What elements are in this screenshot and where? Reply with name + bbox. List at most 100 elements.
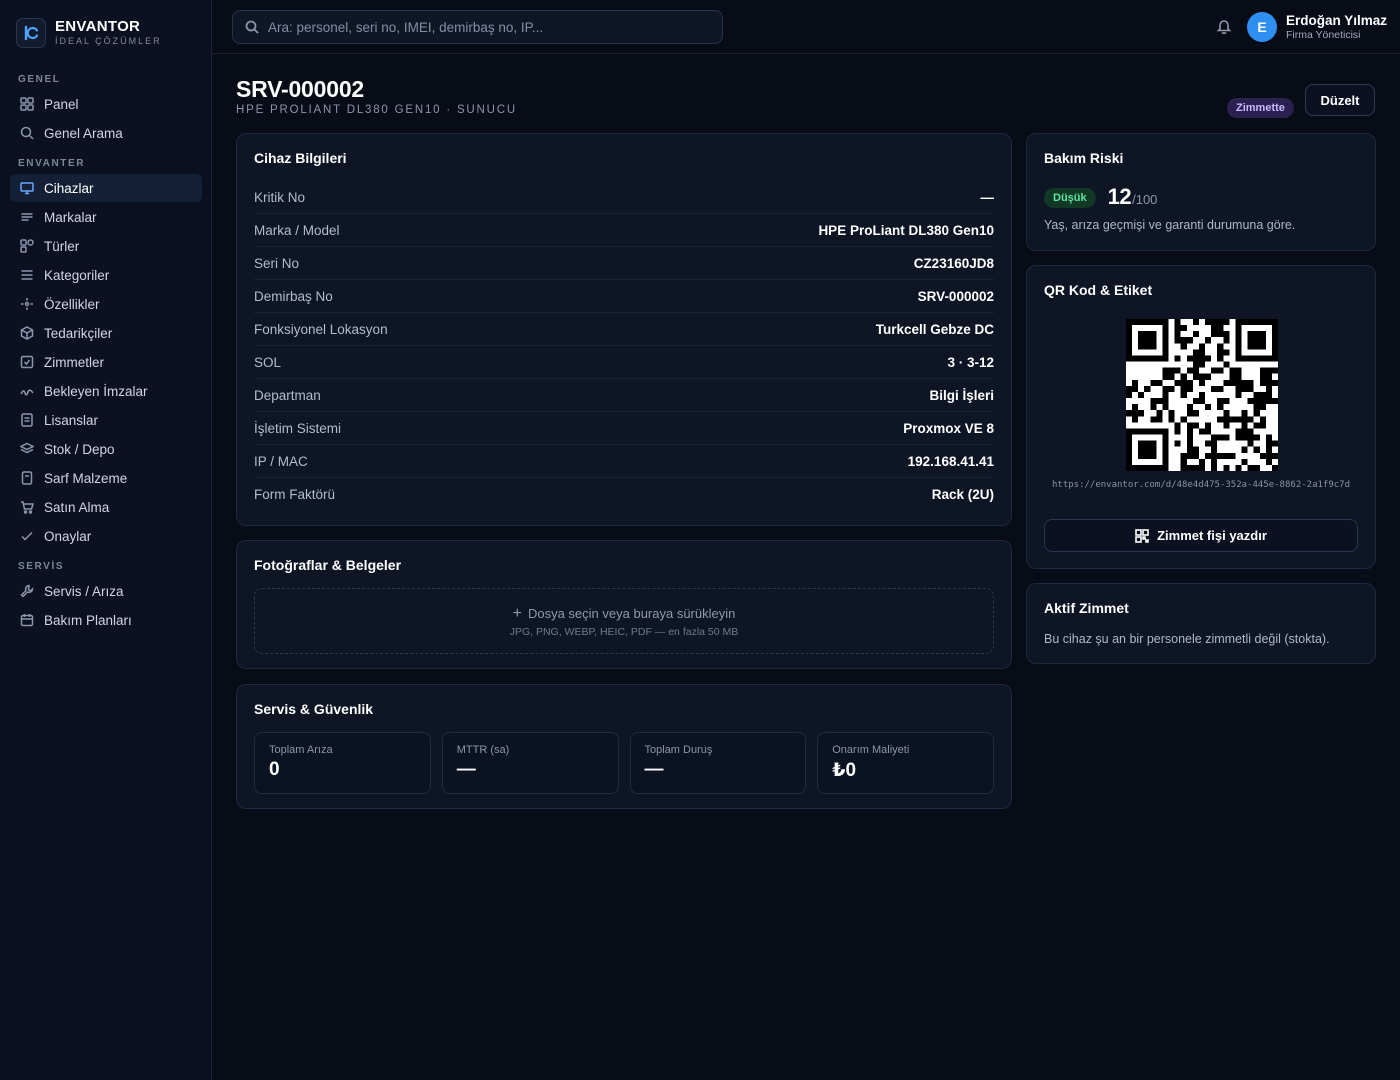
sidebar-item-kategoriler[interactable]: Kategoriler — [10, 261, 202, 289]
info-value: CZ23160JD8 — [913, 255, 994, 271]
card-title: Fotoğraflar & Belgeler — [254, 557, 402, 573]
sidebar-item-label: Satın Alma — [44, 499, 110, 515]
stat-value: — — [644, 759, 664, 780]
info-value: HPE ProLiant DL380 Gen10 — [818, 222, 994, 238]
stat-tile: Onarım Maliyeti ₺0 — [817, 732, 994, 794]
page-subtitle: HPE PROLIANT DL380 GEN10 · SUNUCU — [236, 104, 517, 116]
sidebar-section-servis: SERVİS — [18, 561, 65, 572]
qr-code-image — [1126, 319, 1278, 471]
sidebar-item-label: Özellikler — [44, 296, 100, 312]
stat-tile: MTTR (sa) — — [441, 732, 619, 794]
sidebar-item-label: Tedarikçiler — [44, 325, 113, 341]
stat-label: Toplam Arıza — [269, 744, 333, 756]
sidebar-item-ozellikler[interactable]: Özellikler — [10, 290, 202, 318]
sidebar-item-markalar[interactable]: Markalar — [10, 203, 202, 231]
page-title: SRV-000002 — [236, 76, 365, 102]
dropzone-hint: JPG, PNG, WEBP, HEIC, PDF — en fazla 50 … — [509, 625, 739, 638]
info-key: İşletim Sistemi — [254, 420, 342, 436]
sidebar-item-cihazlar[interactable]: Cihazlar — [10, 174, 202, 202]
sidebar-section-envanter: ENVANTER — [18, 158, 86, 169]
device-info-card: Cihaz Bilgileri Kritik No — Marka / Model… — [236, 133, 1012, 526]
lines-icon — [20, 210, 34, 224]
info-row: Kritik No — — [254, 181, 994, 214]
sidebar-item-bekleyen-imzalar[interactable]: Bekleyen İmzalar — [10, 377, 202, 405]
info-row: Seri No CZ23160JD8 — [254, 247, 994, 280]
dropzone-label: Dosya seçin veya buraya sürükleyin — [527, 606, 736, 621]
card-title: Bakım Riski — [1044, 150, 1124, 166]
notifications-bell-icon[interactable] — [1216, 18, 1234, 36]
sidebar-item-tedarikciler[interactable]: Tedarikçiler — [10, 319, 202, 347]
calendar-icon — [20, 613, 34, 627]
sidebar-section-genel: GENEL — [18, 74, 61, 85]
info-value: Rack (2U) — [931, 487, 994, 502]
sidebar-item-satin-alma[interactable]: Satın Alma — [10, 493, 202, 521]
print-assignment-button[interactable]: Zimmet fişi yazdır — [1044, 519, 1358, 552]
info-value: — — [980, 189, 995, 205]
sidebar-item-lisanslar[interactable]: Lisanslar — [10, 406, 202, 434]
search-input[interactable] — [268, 19, 708, 35]
info-value: Turkcell Gebze DC — [875, 321, 994, 337]
assignment-note: Bu cihaz şu an bir personele zimmetli de… — [1044, 632, 1330, 646]
info-value: 192.168.41.41 — [907, 453, 994, 469]
stat-value: — — [456, 759, 476, 780]
wrench-icon — [20, 584, 34, 598]
edit-button[interactable]: Düzelt — [1305, 84, 1375, 116]
sidebar-item-zimmetler[interactable]: Zimmetler — [10, 348, 202, 376]
sidebar-item-label: Sarf Malzeme — [44, 470, 128, 486]
sidebar-item-genel-arama[interactable]: Genel Arama — [10, 119, 202, 147]
info-value: Proxmox VE 8 — [903, 420, 994, 436]
layers-icon — [20, 442, 34, 456]
sidebar-item-label: Servis / Arıza — [44, 583, 124, 599]
active-assignment-card: Aktif Zimmet Bu cihaz şu an bir personel… — [1026, 583, 1376, 664]
info-key: IP / MAC — [254, 453, 308, 469]
sidebar-item-turler[interactable]: Türler — [10, 232, 202, 260]
topbar: E Erdoğan Yılmaz Firma Yöneticisi — [212, 0, 1400, 54]
info-key: Departman — [254, 387, 321, 403]
device-info-list: Kritik No — Marka / Model HPE ProLiant DL3… — [254, 181, 994, 511]
info-key: SOL — [254, 354, 282, 370]
info-row: Marka / Model HPE ProLiant DL380 Gen10 — [254, 214, 994, 247]
qr-card: QR Kod & Etiket https://envantor.com/d/4… — [1026, 265, 1376, 569]
check-icon — [20, 529, 34, 543]
risk-score: 12 — [1107, 184, 1132, 209]
avatar[interactable]: E — [1247, 12, 1277, 42]
info-key: Marka / Model — [254, 222, 340, 238]
card-title: QR Kod & Etiket — [1044, 282, 1153, 298]
sidebar-item-stok-depo[interactable]: Stok / Depo — [10, 435, 202, 463]
maintenance-risk-card: Bakım Riski Düşük 12 /100 Yaş, arıza geç… — [1026, 133, 1376, 251]
info-key: Form Faktörü — [254, 487, 336, 502]
sidebar-item-label: Cihazlar — [44, 180, 94, 196]
info-key: Kritik No — [254, 189, 306, 205]
service-stats: Toplam Arıza 0 MTTR (sa) — Toplam Duruş — O… — [254, 732, 994, 794]
signature-icon — [20, 384, 34, 398]
info-row: Demirbaş No SRV-000002 — [254, 280, 994, 313]
sidebar-item-sarf-malzeme[interactable]: Sarf Malzeme — [10, 464, 202, 492]
sidebar-item-label: Stok / Depo — [44, 441, 115, 457]
risk-score-max: /100 — [1132, 192, 1158, 207]
sidebar-item-servis-ariza[interactable]: Servis / Arıza — [10, 577, 202, 605]
sidebar-item-bakim-planlari[interactable]: Bakım Planları — [10, 606, 202, 634]
card-title: Cihaz Bilgileri — [254, 150, 347, 166]
photos-card: Fotoğraflar & Belgeler + Dosya seçin veya… — [236, 540, 1012, 669]
sidebar-item-onaylar[interactable]: Onaylar — [10, 522, 202, 550]
brand[interactable]: ENVANTOR İDEAL ÇÖZÜMLER — [16, 16, 162, 50]
service-card: Servis & Güvenlik Toplam Arıza 0 MTTR (sa… — [236, 684, 1012, 809]
sidebar-item-panel[interactable]: Panel — [10, 90, 202, 118]
print-button-label: Zimmet fişi yazdır — [1157, 528, 1267, 543]
list-icon — [20, 268, 34, 282]
search-icon — [245, 20, 259, 34]
info-value: Bilgi İşleri — [929, 387, 994, 403]
stat-label: Toplam Duruş — [644, 744, 713, 756]
file-dropzone[interactable]: + Dosya seçin veya buraya sürükleyin JPG,… — [254, 588, 994, 654]
status-badge: Zimmette — [1227, 98, 1294, 118]
info-value: 3 · 3-12 — [947, 354, 994, 370]
sidebar-item-label: Markalar — [44, 209, 97, 225]
info-row: Form Faktörü Rack (2U) — [254, 478, 994, 511]
info-key: Demirbaş No — [254, 288, 333, 304]
card-title: Servis & Güvenlik — [254, 701, 374, 717]
stat-value: ₺0 — [832, 760, 857, 781]
info-row: SOL 3 · 3-12 — [254, 346, 994, 379]
global-search[interactable] — [232, 10, 723, 44]
stat-tile: Toplam Arıza 0 — [254, 732, 431, 794]
user-name[interactable]: Erdoğan Yılmaz — [1286, 13, 1387, 28]
